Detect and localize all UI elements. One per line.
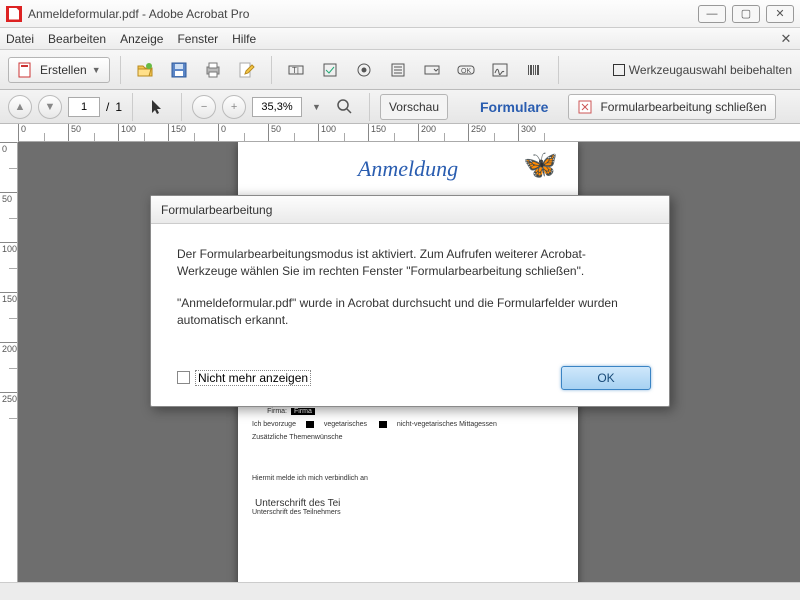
dropdown-arrow-icon: ▼ [92, 65, 101, 75]
svg-text:OK: OK [461, 68, 471, 75]
menubar: Datei Bearbeiten Anzeige Fenster Hilfe ✕ [0, 28, 800, 50]
zoom-in-button[interactable]: + [222, 95, 246, 119]
signature-icon [491, 61, 509, 79]
forms-mode-label: Formulare [480, 99, 548, 115]
list-icon [389, 61, 407, 79]
pencil-page-icon [238, 61, 256, 79]
close-button[interactable]: ✕ [766, 5, 794, 23]
prev-page-button[interactable]: ▲ [8, 95, 32, 119]
keep-tool-label: Werkzeugauswahl beibehalten [629, 63, 792, 77]
ok-button[interactable]: OK [561, 366, 651, 390]
butterfly-icon: 🦋 [523, 148, 558, 181]
text-field-icon: T| [287, 61, 305, 79]
menu-window[interactable]: Fenster [177, 32, 218, 46]
dropdown-tool[interactable] [418, 57, 446, 83]
maximize-button[interactable]: ▢ [732, 5, 760, 23]
minimize-button[interactable]: — [698, 5, 726, 23]
create-button[interactable]: Erstellen ▼ [8, 57, 110, 83]
dialog-title: Formularbearbeitung [151, 196, 669, 224]
magnifier-icon [336, 98, 354, 116]
open-button[interactable] [131, 57, 159, 83]
text-field-tool[interactable]: T| [282, 57, 310, 83]
dont-show-checkbox[interactable] [177, 371, 190, 384]
field-firma[interactable]: Firma [291, 408, 315, 415]
radio-icon [355, 61, 373, 79]
main-toolbar: Erstellen ▼ T| OK Werkzeugauswahl beibeh… [0, 50, 800, 90]
printer-icon [204, 61, 222, 79]
next-page-button[interactable]: ▼ [38, 95, 62, 119]
create-label: Erstellen [40, 63, 87, 77]
print-button[interactable] [199, 57, 227, 83]
page-sep: / [106, 100, 109, 114]
close-form-editing-button[interactable]: Formularbearbeitung schließen [568, 94, 775, 120]
edit-button[interactable] [233, 57, 261, 83]
ruler-horizontal: 050100150050100150200250300 [18, 124, 800, 142]
ruler-vertical: 050100150200250 [0, 142, 18, 582]
floppy-icon [170, 61, 188, 79]
radio-tool[interactable] [350, 57, 378, 83]
doc-heading: Anmeldung [252, 156, 564, 182]
form-editing-dialog: Formularbearbeitung Der Formularbearbeit… [150, 195, 670, 407]
dialog-para1: Der Formularbearbeitungsmodus ist aktivi… [177, 246, 643, 281]
folder-open-icon [136, 61, 154, 79]
menu-edit[interactable]: Bearbeiten [48, 32, 106, 46]
dropdown-icon [423, 61, 441, 79]
checkbox-icon [321, 61, 339, 79]
close-form-icon [577, 98, 595, 116]
signature-tool[interactable] [486, 57, 514, 83]
status-bar [0, 582, 800, 600]
list-tool[interactable] [384, 57, 412, 83]
save-button[interactable] [165, 57, 193, 83]
zoom-tool[interactable] [331, 94, 359, 120]
keep-tool-checkbox[interactable] [613, 64, 625, 76]
zoom-out-button[interactable]: − [192, 95, 216, 119]
page-number-input[interactable] [68, 97, 100, 117]
page-total: 1 [115, 100, 122, 114]
field-nonveg-check[interactable] [379, 421, 387, 428]
select-tool[interactable] [143, 94, 171, 120]
barcode-tool[interactable] [520, 57, 548, 83]
dialog-para2: "Anmeldeformular.pdf" wurde in Acrobat d… [177, 295, 643, 330]
nav-toolbar: ▲ ▼ / 1 − + 35,3% ▼ Vorschau Formulare F… [0, 90, 800, 124]
dont-show-label: Nicht mehr anzeigen [195, 370, 311, 386]
acrobat-icon [6, 6, 22, 22]
create-pdf-icon [17, 61, 35, 79]
zoom-dropdown-icon[interactable]: ▼ [308, 102, 325, 112]
preview-button[interactable]: Vorschau [380, 94, 448, 120]
window-titlebar: Anmeldeformular.pdf - Adobe Acrobat Pro … [0, 0, 800, 28]
sig-caption: Unterschrift des Teilnehmers [252, 509, 564, 516]
field-veg-check[interactable] [306, 421, 314, 428]
checkbox-tool[interactable] [316, 57, 344, 83]
button-tool[interactable]: OK [452, 57, 480, 83]
menubar-close-icon[interactable]: ✕ [778, 31, 794, 47]
barcode-icon [525, 61, 543, 79]
ok-button-icon: OK [457, 61, 475, 79]
svg-text:T|: T| [292, 66, 299, 75]
menu-help[interactable]: Hilfe [232, 32, 256, 46]
window-title: Anmeldeformular.pdf - Adobe Acrobat Pro [28, 7, 249, 21]
zoom-level[interactable]: 35,3% [252, 97, 302, 117]
menu-view[interactable]: Anzeige [120, 32, 163, 46]
cursor-icon [148, 98, 166, 116]
menu-file[interactable]: Datei [6, 32, 34, 46]
